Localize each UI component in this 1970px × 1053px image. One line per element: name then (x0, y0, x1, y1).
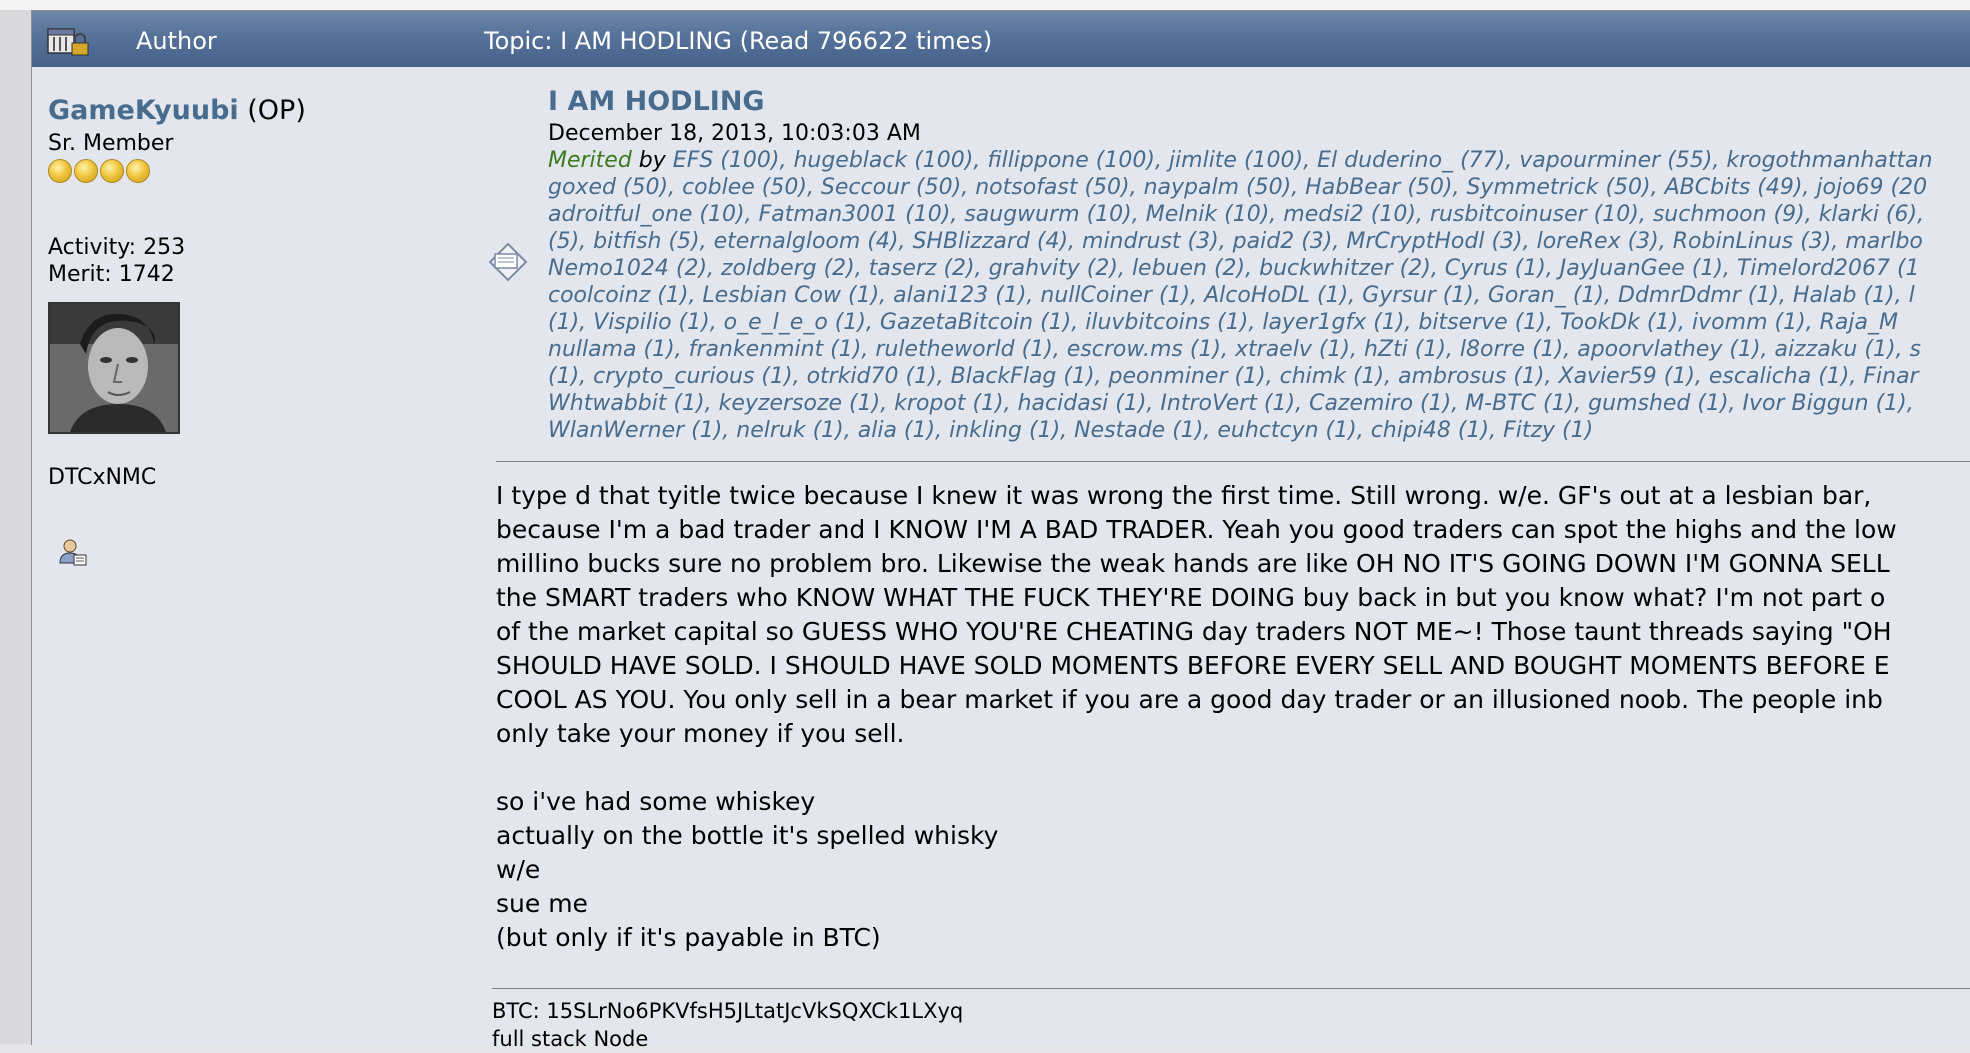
activity-stat: Activity: 253 (48, 235, 186, 260)
avatar (48, 302, 180, 434)
merit-line: (1), crypto_curious (1), otrkid70 (1), B… (548, 363, 1970, 390)
post-body: I type d that tyitle twice because I kne… (496, 479, 1970, 955)
rank-stars (48, 159, 152, 185)
body-line: of the market capital so GUESS WHO YOU'R… (496, 617, 1892, 646)
author-column-label: Author (136, 27, 217, 55)
post-date: December 18, 2013, 10:03:03 AM (548, 121, 921, 146)
body-line: (but only if it's payable in BTC) (496, 923, 881, 952)
merit-line-text[interactable]: coolcoinz (1), Lesbian Cow (1), alani123… (548, 283, 1915, 308)
merit-line: (1), Vispilio (1), o_e_l_e_o (1), Gazeta… (548, 309, 1970, 336)
op-tag: (OP) (247, 95, 306, 126)
body-line: COOL AS YOU. You only sell in a bear mar… (496, 685, 1883, 714)
body-line: millino bucks sure no problem bro. Likew… (496, 549, 1890, 578)
merit-line-text[interactable]: (1), crypto_curious (1), otrkid70 (1), B… (548, 364, 1919, 389)
body-line: actually on the bottle it's spelled whis… (496, 821, 999, 850)
merit-line-text[interactable]: goxed (50), coblee (50), Seccour (50), n… (548, 175, 1927, 200)
body-line: only take your money if you sell. (496, 719, 905, 748)
topic-title: Topic: I AM HODLING (Read 796622 times) (484, 27, 993, 55)
body-line: the SMART traders who KNOW WHAT THE FUCK… (496, 583, 1886, 612)
body-line: SHOULD HAVE SOLD. I SHOULD HAVE SOLD MOM… (496, 651, 1890, 680)
signature-node-text: full stack Node (492, 1027, 649, 1051)
merit-line-text[interactable]: Nemo1024 (2), zoldberg (2), taserz (2), … (548, 256, 1920, 281)
body-line: so i've had some whiskey (496, 787, 816, 816)
merit-line-text[interactable]: (1), Vispilio (1), o_e_l_e_o (1), Gazeta… (548, 310, 1898, 335)
body-line (496, 751, 1970, 785)
by-label: by (631, 148, 673, 173)
post-divider (496, 461, 1970, 462)
merit-list: Merited by EFS (100), hugeblack (100), f… (548, 147, 1970, 444)
body-line: sue me (496, 889, 588, 918)
profile-icon[interactable] (58, 537, 88, 569)
merit-line-text[interactable]: WlanWerner (1), nelruk (1), alia (1), in… (548, 418, 1593, 443)
poster-info: GameKyuubi (OP) Sr. Member Activity: 253… (32, 67, 472, 1045)
left-margin (0, 10, 31, 1044)
merit-line-text[interactable]: EFS (100), hugeblack (100), fillippone (… (673, 148, 1933, 173)
merit-line: coolcoinz (1), Lesbian Cow (1), alani123… (548, 282, 1970, 309)
star-icon (74, 159, 98, 183)
merit-line: Merited by EFS (100), hugeblack (100), f… (548, 147, 1970, 174)
merit-line: WlanWerner (1), nelruk (1), alia (1), in… (548, 417, 1970, 444)
poster-name-line: GameKyuubi (OP) (48, 95, 306, 126)
merit-line-text[interactable]: nullama (1), frankenmint (1), rulethewor… (548, 337, 1921, 362)
post-content: I AM HODLING December 18, 2013, 10:03:03… (472, 67, 1970, 1051)
body-line: because I'm a bad trader and I KNOW I'M … (496, 515, 1897, 544)
merit-line-text[interactable]: adroitful_one (10), Fatman3001 (10), sau… (548, 202, 1924, 227)
btc-address: BTC: 15SLrNo6PKVfsH5JLtatJcVkSQXCk1LXyq (492, 999, 964, 1023)
star-icon (126, 159, 150, 183)
body-line: I type d that tyitle twice because I kne… (496, 481, 1872, 510)
username-link[interactable]: GameKyuubi (48, 95, 239, 126)
star-icon (100, 159, 124, 183)
merit-line: adroitful_one (10), Fatman3001 (10), sau… (548, 201, 1970, 228)
merit-line: Nemo1024 (2), zoldberg (2), taserz (2), … (548, 255, 1970, 282)
post-title-link[interactable]: I AM HODLING (548, 86, 765, 117)
merit-line: (5), bitfish (5), eternalgloom (4), SHBl… (548, 228, 1970, 255)
merit-line: nullama (1), frankenmint (1), rulethewor… (548, 336, 1970, 363)
merit-line: goxed (50), coblee (50), Seccour (50), n… (548, 174, 1970, 201)
top-strip (0, 0, 1970, 10)
locked-topic-icon (47, 28, 89, 56)
merited-label[interactable]: Merited (548, 148, 632, 173)
poster-signature-text: DTCxNMC (48, 465, 157, 490)
merit-line-text[interactable]: Whtwabbit (1), keyzersoze (1), kropot (1… (548, 391, 1914, 416)
body-line: w/e (496, 855, 541, 884)
thread-header: Author Topic: I AM HODLING (Read 796622 … (32, 11, 1970, 67)
signature-divider (492, 988, 1970, 989)
post-signature: BTC: 15SLrNo6PKVfsH5JLtatJcVkSQXCk1LXyq … (492, 997, 963, 1053)
star-icon (48, 159, 72, 183)
merit-line-text[interactable]: (5), bitfish (5), eternalgloom (4), SHBl… (548, 229, 1923, 254)
merit-line: Whtwabbit (1), keyzersoze (1), kropot (1… (548, 390, 1970, 417)
member-rank: Sr. Member (48, 131, 174, 156)
forum-thread-frame: Author Topic: I AM HODLING (Read 796622 … (31, 10, 1970, 1051)
post-message-icon (488, 242, 528, 282)
merit-stat: Merit: 1742 (48, 262, 175, 287)
